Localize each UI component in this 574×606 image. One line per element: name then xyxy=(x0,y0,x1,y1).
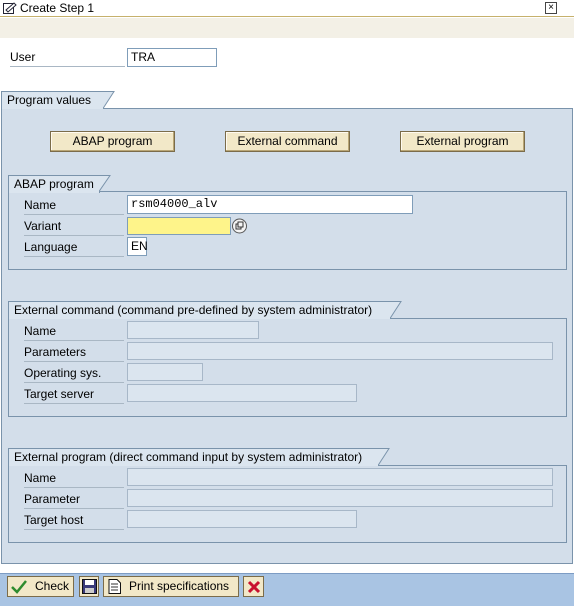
user-label: User xyxy=(10,48,125,67)
variant-label: Variant xyxy=(24,217,124,236)
checkmark-icon xyxy=(11,580,27,594)
check-button[interactable]: Check xyxy=(7,576,74,597)
cancel-button[interactable] xyxy=(243,576,264,597)
program-values-title: Program values xyxy=(1,91,104,109)
operating-sys-label: Operating sys. xyxy=(24,364,124,383)
ext-prog-parameter-field xyxy=(127,489,553,507)
ext-prog-name-field xyxy=(127,468,553,486)
print-specifications-button[interactable]: Print specifications xyxy=(103,576,239,597)
abap-name-field[interactable]: rsm04000_alv xyxy=(127,195,413,214)
abap-program-title: ABAP program xyxy=(8,175,100,193)
operating-sys-field xyxy=(127,363,203,381)
target-server-label: Target server xyxy=(24,385,124,404)
ext-cmd-parameters-label: Parameters xyxy=(24,343,124,362)
tab-corner xyxy=(378,448,390,466)
ext-cmd-name-label: Name xyxy=(24,322,124,341)
document-icon xyxy=(108,579,121,594)
external-command-title: External command (command pre-defined by… xyxy=(8,301,391,319)
create-icon xyxy=(3,2,17,14)
language-label: Language xyxy=(24,238,124,257)
user-field[interactable]: TRA xyxy=(127,48,217,67)
save-icon xyxy=(82,579,97,594)
language-field[interactable]: EN xyxy=(127,237,148,256)
ext-cmd-name-field xyxy=(127,321,259,339)
external-command-button[interactable]: External command xyxy=(225,131,350,152)
target-host-label: Target host xyxy=(24,511,124,530)
target-server-field xyxy=(127,384,357,402)
tab-corner xyxy=(390,301,402,319)
ext-prog-name-label: Name xyxy=(24,469,124,488)
save-button[interactable] xyxy=(79,576,99,597)
abap-program-button[interactable]: ABAP program xyxy=(50,131,175,152)
header-strip xyxy=(0,18,574,38)
ext-prog-parameter-label: Parameter xyxy=(24,490,124,509)
external-program-title: External program (direct command input b… xyxy=(8,448,379,466)
external-program-button[interactable]: External program xyxy=(400,131,525,152)
value-help-icon[interactable] xyxy=(231,217,248,235)
target-host-field xyxy=(127,510,357,528)
tab-corner xyxy=(103,91,115,109)
abap-name-label: Name xyxy=(24,196,124,215)
variant-field[interactable] xyxy=(127,217,231,235)
check-label: Check xyxy=(35,579,70,593)
close-icon[interactable]: × xyxy=(545,2,557,14)
print-specifications-label: Print specifications xyxy=(129,579,230,593)
cancel-icon xyxy=(247,580,261,594)
ext-cmd-parameters-field xyxy=(127,342,553,360)
window-title: Create Step 1 xyxy=(20,1,95,15)
tab-corner xyxy=(99,175,111,192)
